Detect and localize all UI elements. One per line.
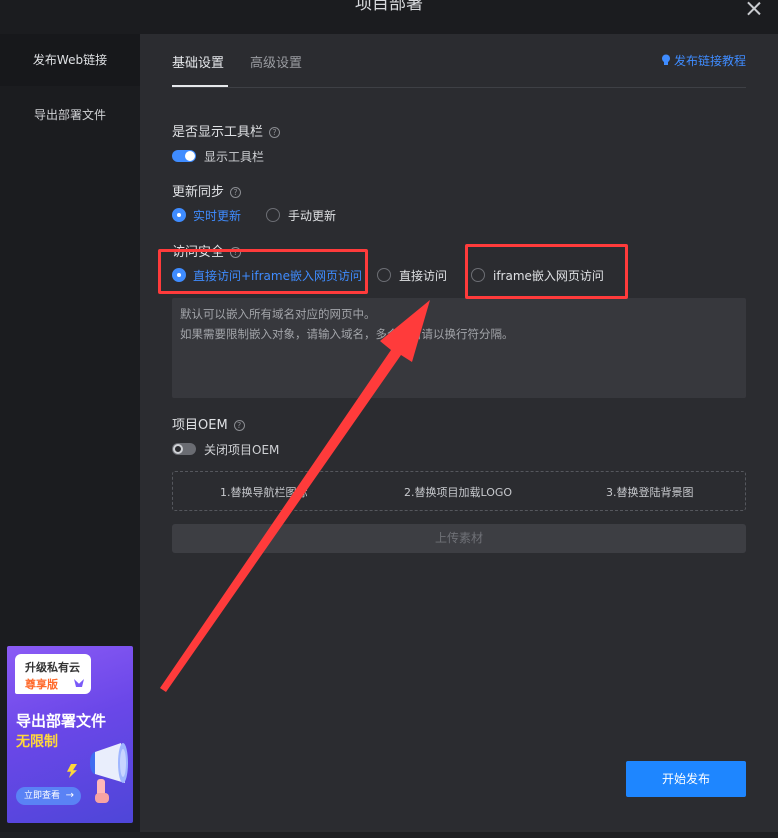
sync-section-label: 更新同步?: [172, 181, 242, 200]
lightbulb-icon: [661, 54, 670, 65]
help-icon[interactable]: ?: [269, 127, 281, 138]
arrow-right-icon: →: [65, 790, 74, 801]
sidebar-item-publish-web[interactable]: 发布Web链接: [0, 34, 140, 86]
oem-label-text: 项目OEM: [172, 418, 228, 433]
highlight-box-iframe-only: [465, 244, 628, 299]
slot-loading-logo[interactable]: 2.替换项目加载LOGO: [404, 484, 512, 500]
direct-only-label[interactable]: 直接访问: [399, 267, 447, 284]
start-publish-button[interactable]: 开始发布: [626, 761, 746, 797]
tutorial-link[interactable]: 发布链接教程: [661, 52, 746, 69]
manual-update-label[interactable]: 手动更新: [288, 207, 336, 224]
slot-login-background[interactable]: 3.替换登陆背景图: [606, 484, 694, 500]
radio-direct-only[interactable]: [377, 268, 391, 282]
show-toolbar-toggle[interactable]: [172, 150, 196, 162]
toggle-knob: [185, 151, 195, 161]
slot-nav-icon[interactable]: 1.替换导航栏图标: [220, 484, 308, 500]
textarea-hint-line1: 默认可以嵌入所有域名对应的网页中。: [180, 307, 376, 321]
megaphone-icon: [90, 743, 128, 803]
oem-toggle[interactable]: [172, 443, 196, 455]
dialog-title: 项目部署: [355, 0, 423, 14]
oem-section-label: 项目OEM?: [172, 414, 245, 433]
close-icon[interactable]: [744, 0, 764, 20]
highlight-box-direct-iframe: [158, 249, 368, 294]
toolbar-label-text: 是否显示工具栏: [172, 125, 264, 140]
sidebar-item-export-files[interactable]: 导出部署文件: [0, 100, 140, 130]
main-panel: 基础设置 高级设置 发布链接教程 是否显示工具栏? 显示工具栏 更新同步? 实时…: [140, 34, 778, 832]
toolbar-section-label: 是否显示工具栏?: [172, 121, 281, 140]
domain-whitelist-textarea[interactable]: 默认可以嵌入所有域名对应的网页中。 如果需要限制嵌入对象，请输入域名，多个域名请…: [172, 298, 746, 398]
realtime-update-label[interactable]: 实时更新: [193, 207, 241, 224]
promo-headline: 导出部署文件: [16, 712, 107, 730]
upload-assets-button[interactable]: 上传素材: [172, 524, 746, 553]
promo-badge-line2: 尊享版: [25, 678, 58, 691]
promo-badge-line1: 升级私有云: [25, 661, 80, 674]
tab-divider: [172, 87, 746, 88]
promo-subline: 无限制: [16, 734, 58, 750]
promo-view-button[interactable]: 立即查看 →: [16, 787, 81, 805]
promo-badge: 升级私有云 尊享版: [15, 654, 91, 694]
promo-view-label: 立即查看: [24, 791, 61, 801]
oem-toggle-label: 关闭项目OEM: [204, 443, 280, 457]
title-bar: 项目部署: [0, 0, 778, 34]
radio-realtime-update[interactable]: [172, 208, 186, 222]
help-icon[interactable]: ?: [230, 187, 242, 198]
help-icon[interactable]: ?: [233, 420, 245, 431]
tab-basic-settings[interactable]: 基础设置: [172, 52, 224, 71]
tutorial-link-label: 发布链接教程: [673, 54, 746, 68]
toggle-knob: [173, 444, 183, 454]
sync-label-text: 更新同步: [172, 185, 225, 200]
sidebar: 发布Web链接 导出部署文件 升级私有云 尊享版 导出部署文件 无限制 立即查看…: [0, 34, 140, 832]
textarea-hint-line2: 如果需要限制嵌入对象，请输入域名，多个域名请以换行符分隔。: [180, 327, 514, 341]
show-toolbar-label: 显示工具栏: [204, 150, 265, 164]
promo-banner[interactable]: 升级私有云 尊享版 导出部署文件 无限制 立即查看 →: [7, 646, 133, 823]
lightning-icon: [67, 764, 77, 778]
oem-asset-slots: 1.替换导航栏图标 2.替换项目加载LOGO 3.替换登陆背景图: [172, 471, 746, 511]
crown-icon: [74, 679, 84, 687]
radio-manual-update[interactable]: [266, 208, 280, 222]
tab-advanced-settings[interactable]: 高级设置: [250, 52, 302, 71]
